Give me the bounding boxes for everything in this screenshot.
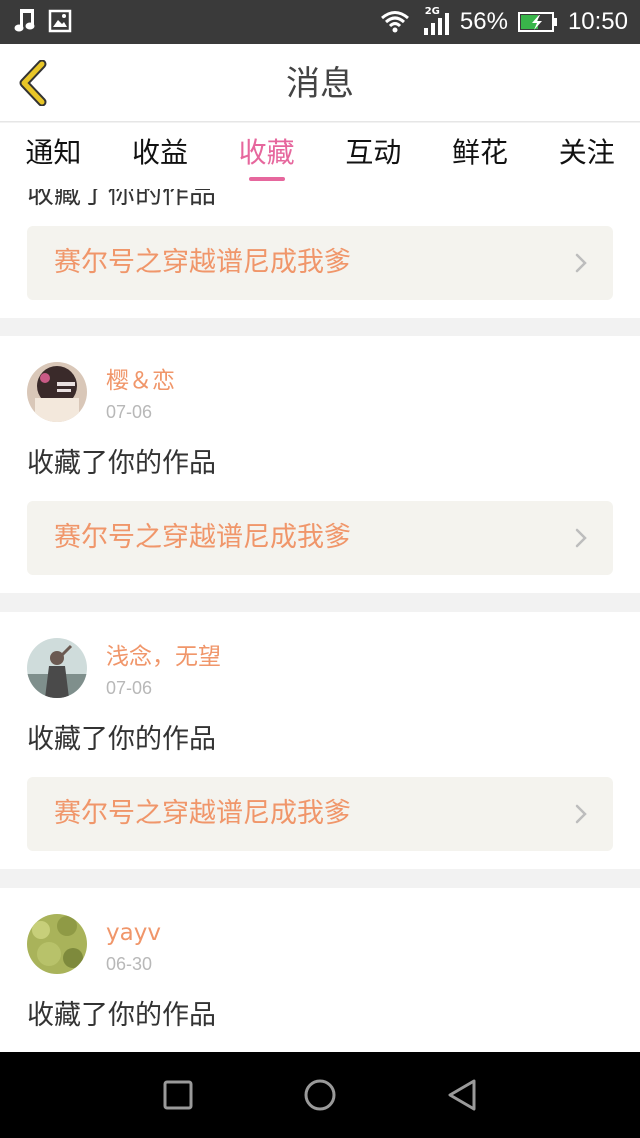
chevron-right-icon — [575, 528, 587, 548]
clock: 10:50 — [567, 8, 628, 35]
home-icon[interactable] — [302, 1077, 338, 1113]
list-item: yayv 06-30 收藏了你的作品 — [0, 888, 640, 1052]
music-note-icon — [14, 9, 35, 32]
wifi-icon — [380, 11, 409, 33]
avatar[interactable] — [27, 638, 87, 698]
chevron-right-icon — [575, 253, 587, 273]
list-item: 收藏了你的作品 赛尔号之穿越谱尼成我爹 — [0, 189, 640, 318]
battery-percent: 56% — [459, 8, 508, 35]
timestamp: 07-06 — [106, 402, 153, 422]
signal-strength: 2G — [420, 6, 450, 36]
work-title: 赛尔号之穿越谱尼成我爹 — [54, 798, 351, 829]
avatar[interactable] — [27, 914, 87, 974]
timestamp: 07-06 — [106, 678, 153, 698]
avatar-image — [27, 362, 87, 422]
work-link[interactable]: 赛尔号之穿越谱尼成我爹 — [27, 501, 613, 575]
username[interactable]: yayv — [106, 918, 161, 948]
page-title: 消息 — [286, 64, 354, 104]
tab-favorites[interactable]: 收藏 — [213, 123, 320, 189]
avatar[interactable] — [27, 362, 87, 422]
avatar-image — [27, 914, 87, 974]
battery-icon — [517, 12, 557, 32]
status-notifications — [14, 8, 72, 34]
action-text: 收藏了你的作品 — [27, 724, 216, 755]
signal-icon — [423, 13, 449, 35]
avatar-image — [27, 638, 87, 698]
message-list: 收藏了你的作品 赛尔号之穿越谱尼成我爹 樱＆恋 07-06 收藏了你的作品 赛尔… — [0, 189, 640, 1052]
username[interactable]: 樱＆恋 — [106, 366, 175, 396]
action-text: 收藏了你的作品 — [27, 1000, 216, 1031]
tab-interactions[interactable]: 互动 — [320, 123, 427, 189]
list-item: 樱＆恋 07-06 收藏了你的作品 赛尔号之穿越谱尼成我爹 — [0, 336, 640, 593]
timestamp: 06-30 — [106, 954, 153, 974]
work-title: 赛尔号之穿越谱尼成我爹 — [54, 247, 351, 278]
header-bar: 消息 — [0, 44, 640, 122]
work-title: 赛尔号之穿越谱尼成我爹 — [54, 522, 351, 553]
list-item: 浅念，无望 07-06 收藏了你的作品 赛尔号之穿越谱尼成我爹 — [0, 612, 640, 869]
action-text: 收藏了你的作品 — [27, 448, 216, 479]
username[interactable]: 浅念，无望 — [106, 642, 221, 672]
status-indicators: 2G 56% 10:50 — [380, 6, 628, 38]
back-triangle-icon[interactable] — [444, 1077, 480, 1113]
action-text: 收藏了你的作品 — [27, 189, 216, 210]
tab-earnings[interactable]: 收益 — [107, 123, 214, 189]
tab-bar: 通知 收益 收藏 互动 鲜花 关注 — [0, 123, 640, 189]
tab-flowers[interactable]: 鲜花 — [427, 123, 534, 189]
image-icon — [48, 9, 72, 33]
work-link[interactable]: 赛尔号之穿越谱尼成我爹 — [27, 226, 613, 300]
status-bar: 2G 56% 10:50 — [0, 0, 640, 44]
tab-follows[interactable]: 关注 — [533, 123, 640, 189]
work-link[interactable]: 赛尔号之穿越谱尼成我爹 — [27, 777, 613, 851]
system-nav-bar — [0, 1052, 640, 1138]
tab-notifications[interactable]: 通知 — [0, 123, 107, 189]
recent-apps-icon[interactable] — [160, 1077, 196, 1113]
chevron-right-icon — [575, 804, 587, 824]
